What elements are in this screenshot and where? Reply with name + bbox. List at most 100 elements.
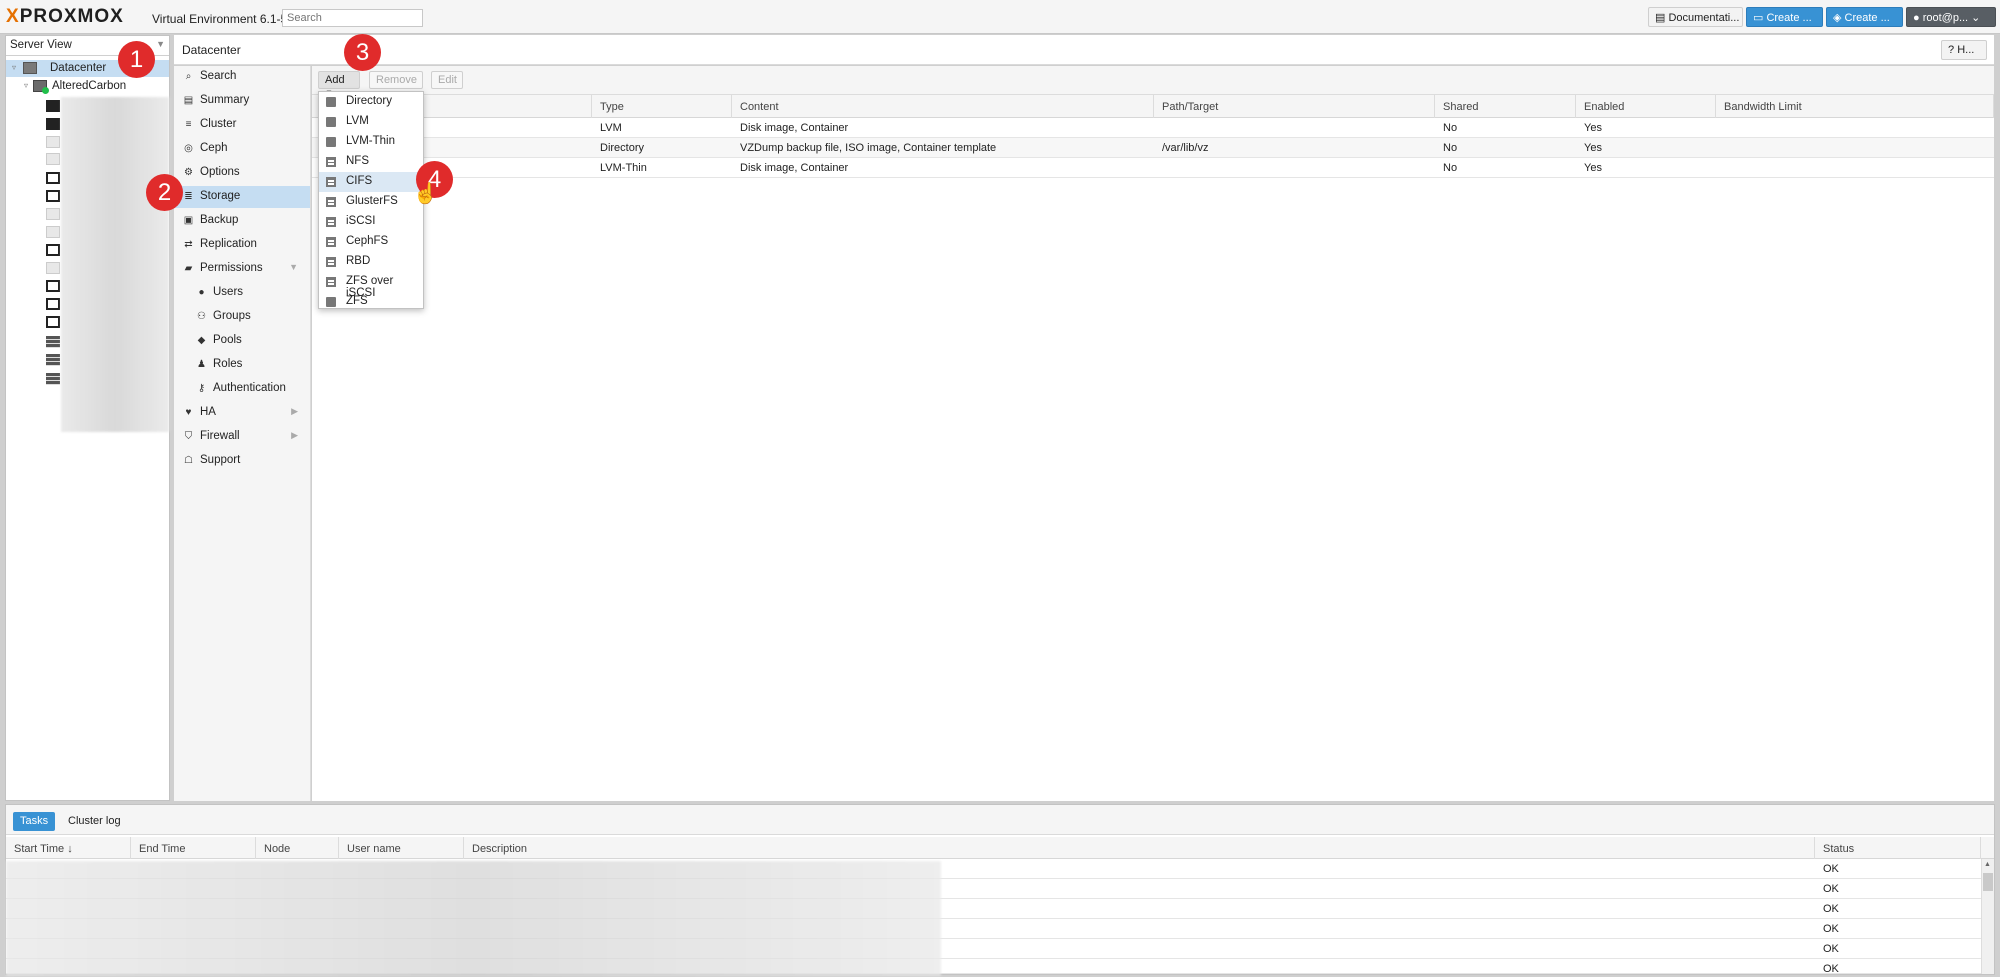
nav-item-search[interactable]: ⌕ Search — [174, 66, 310, 88]
nav-item-replication[interactable]: ⇄ Replication — [174, 234, 310, 256]
table-row[interactable]: Directory VZDump backup file, ISO image,… — [312, 138, 1994, 158]
vm-stopped-icon[interactable] — [46, 153, 60, 165]
nav-item-firewall[interactable]: ⛉ Firewall ▶ — [174, 426, 310, 448]
server-icon: ≡ — [185, 119, 192, 130]
add-storage-menu: Directory LVM LVM-Thin NFS CIFS GlusterF… — [318, 91, 424, 309]
storage-icon[interactable] — [46, 354, 60, 366]
nav-item-permissions[interactable]: ▰ Permissions ▼ — [174, 258, 310, 280]
column-header-end-time[interactable]: End Time — [131, 837, 256, 859]
chevron-right-icon[interactable]: ▶ — [291, 430, 298, 441]
vm-stopped-icon[interactable] — [46, 226, 60, 238]
log-table-header: Start Time ↓ End Time Node User name Des… — [6, 837, 1994, 859]
vm-stopped-icon[interactable] — [46, 208, 60, 220]
nav-item-pools[interactable]: ◆ Pools — [174, 330, 310, 352]
tab-tasks[interactable]: Tasks — [13, 812, 56, 831]
log-scrollbar[interactable]: ▲ — [1981, 859, 1994, 974]
menu-item-cephfs[interactable]: CephFS — [319, 232, 423, 252]
top-header: XPROXMOX Virtual Environment 6.1-5 ▤ Doc… — [0, 0, 2000, 34]
chevron-down-icon[interactable]: ▼ — [289, 262, 298, 272]
container-running-icon[interactable] — [46, 100, 60, 112]
menu-item-lvm-thin[interactable]: LVM-Thin — [319, 132, 423, 152]
nav-item-support[interactable]: ☖ Support — [174, 450, 310, 472]
nav-item-backup[interactable]: ▣ Backup — [174, 210, 310, 232]
column-header-status[interactable]: Status — [1815, 837, 1981, 859]
nav-item-groups[interactable]: ⚇ Groups — [174, 306, 310, 328]
remove-storage-button[interactable]: Remove — [369, 71, 423, 89]
tab-cluster-log[interactable]: Cluster log — [68, 815, 121, 827]
menu-item-directory[interactable]: Directory — [319, 92, 423, 112]
table-row[interactable]: LVM-Thin Disk image, Container No Yes — [312, 158, 1994, 178]
global-search-input[interactable] — [282, 9, 423, 27]
storage-icon[interactable] — [46, 336, 60, 348]
vm-running-icon[interactable] — [46, 280, 60, 292]
column-header-enabled[interactable]: Enabled — [1576, 95, 1716, 118]
column-header-start-time[interactable]: Start Time ↓ — [6, 837, 131, 859]
collapse-icon[interactable]: ▿ — [12, 63, 16, 72]
nav-item-roles[interactable]: ♟ Roles — [174, 354, 310, 376]
menu-item-glusterfs[interactable]: GlusterFS — [319, 192, 423, 212]
vm-stopped-icon[interactable] — [46, 262, 60, 274]
unlock-icon: ▰ — [184, 263, 193, 274]
nav-item-storage[interactable]: ≣ Storage — [174, 186, 310, 208]
storage-icon[interactable] — [46, 373, 60, 385]
menu-item-iscsi[interactable]: iSCSI — [319, 212, 423, 232]
table-row[interactable]: LVM Disk image, Container No Yes — [312, 118, 1994, 138]
column-header-type[interactable]: Type — [592, 95, 732, 118]
column-header-user-name[interactable]: User name — [339, 837, 464, 859]
nav-item-options[interactable]: ⚙ Options — [174, 162, 310, 184]
create-ct-button[interactable]: ◈ Create ... — [1826, 7, 1903, 27]
step-badge-1: 1 — [118, 41, 155, 78]
add-storage-button[interactable]: Add ▼ — [318, 71, 360, 97]
scroll-up-icon[interactable]: ▲ — [1984, 861, 1991, 868]
vm-running-icon[interactable] — [46, 316, 60, 328]
heartbeat-icon: ♥ — [185, 407, 192, 418]
user-menu-button[interactable]: ● root@p... ⌄ — [1906, 7, 1996, 27]
proxmox-logo[interactable]: XPROXMOX — [6, 6, 124, 28]
container-running-icon[interactable] — [46, 118, 60, 130]
step-badge-3: 3 — [344, 34, 381, 71]
chevron-right-icon[interactable]: ▶ — [291, 406, 298, 417]
collapse-icon[interactable]: ▿ — [24, 81, 28, 90]
menu-item-lvm[interactable]: LVM — [319, 112, 423, 132]
scroll-thumb[interactable] — [1983, 873, 1993, 891]
column-header-description[interactable]: Description — [464, 837, 1815, 859]
nav-item-summary[interactable]: ▤ Summary — [174, 90, 310, 112]
folder-icon — [326, 117, 336, 127]
blurred-log-entries — [6, 861, 941, 976]
task-log-panel: Tasks Cluster log Start Time ↓ End Time … — [5, 804, 1995, 976]
tags-icon: ◆ — [197, 335, 206, 346]
menu-item-zfs[interactable]: ZFS — [319, 292, 423, 312]
column-header-bandwidth[interactable]: Bandwidth Limit — [1716, 95, 1994, 118]
vm-running-icon[interactable] — [46, 244, 60, 256]
menu-item-zfs-over-iscsi[interactable]: ZFS over iSCSI — [319, 272, 423, 299]
key-icon: ⚷ — [197, 383, 206, 394]
step-badge-2: 2 — [146, 174, 183, 211]
tree-item-node[interactable]: ▿ AlteredCarbon — [6, 78, 169, 95]
vm-stopped-icon[interactable] — [46, 136, 60, 148]
nav-item-cluster[interactable]: ≡ Cluster — [174, 114, 310, 136]
help-button[interactable]: ? H... — [1941, 40, 1987, 60]
vm-running-icon[interactable] — [46, 190, 60, 202]
storage-panel: Add ▼ Remove Edit Type Content Path/Targ… — [312, 66, 1994, 801]
edit-storage-button[interactable]: Edit — [431, 71, 463, 89]
question-icon: ? — [1948, 44, 1958, 56]
column-header-shared[interactable]: Shared — [1435, 95, 1576, 118]
menu-item-nfs[interactable]: NFS — [319, 152, 423, 172]
menu-item-cifs[interactable]: CIFS — [319, 172, 423, 192]
column-header-node[interactable]: Node — [256, 837, 339, 859]
building-icon — [326, 277, 336, 287]
documentation-button[interactable]: ▤ Documentati... — [1648, 7, 1743, 27]
nav-item-ceph[interactable]: ◎ Ceph — [174, 138, 310, 160]
nav-item-authentication[interactable]: ⚷ Authentication — [174, 378, 310, 400]
user-icon: ● — [1913, 12, 1923, 24]
vm-running-icon[interactable] — [46, 172, 60, 184]
nav-item-users[interactable]: ● Users — [174, 282, 310, 304]
create-vm-button[interactable]: ▭ Create ... — [1746, 7, 1823, 27]
chevron-down-icon: ⌄ — [1968, 12, 1981, 24]
vm-running-icon[interactable] — [46, 298, 60, 310]
nav-item-ha[interactable]: ♥ HA ▶ — [174, 402, 310, 424]
column-header-path[interactable]: Path/Target — [1154, 95, 1435, 118]
menu-item-rbd[interactable]: RBD — [319, 252, 423, 272]
book-icon: ▤ — [1655, 12, 1669, 24]
column-header-content[interactable]: Content — [732, 95, 1154, 118]
